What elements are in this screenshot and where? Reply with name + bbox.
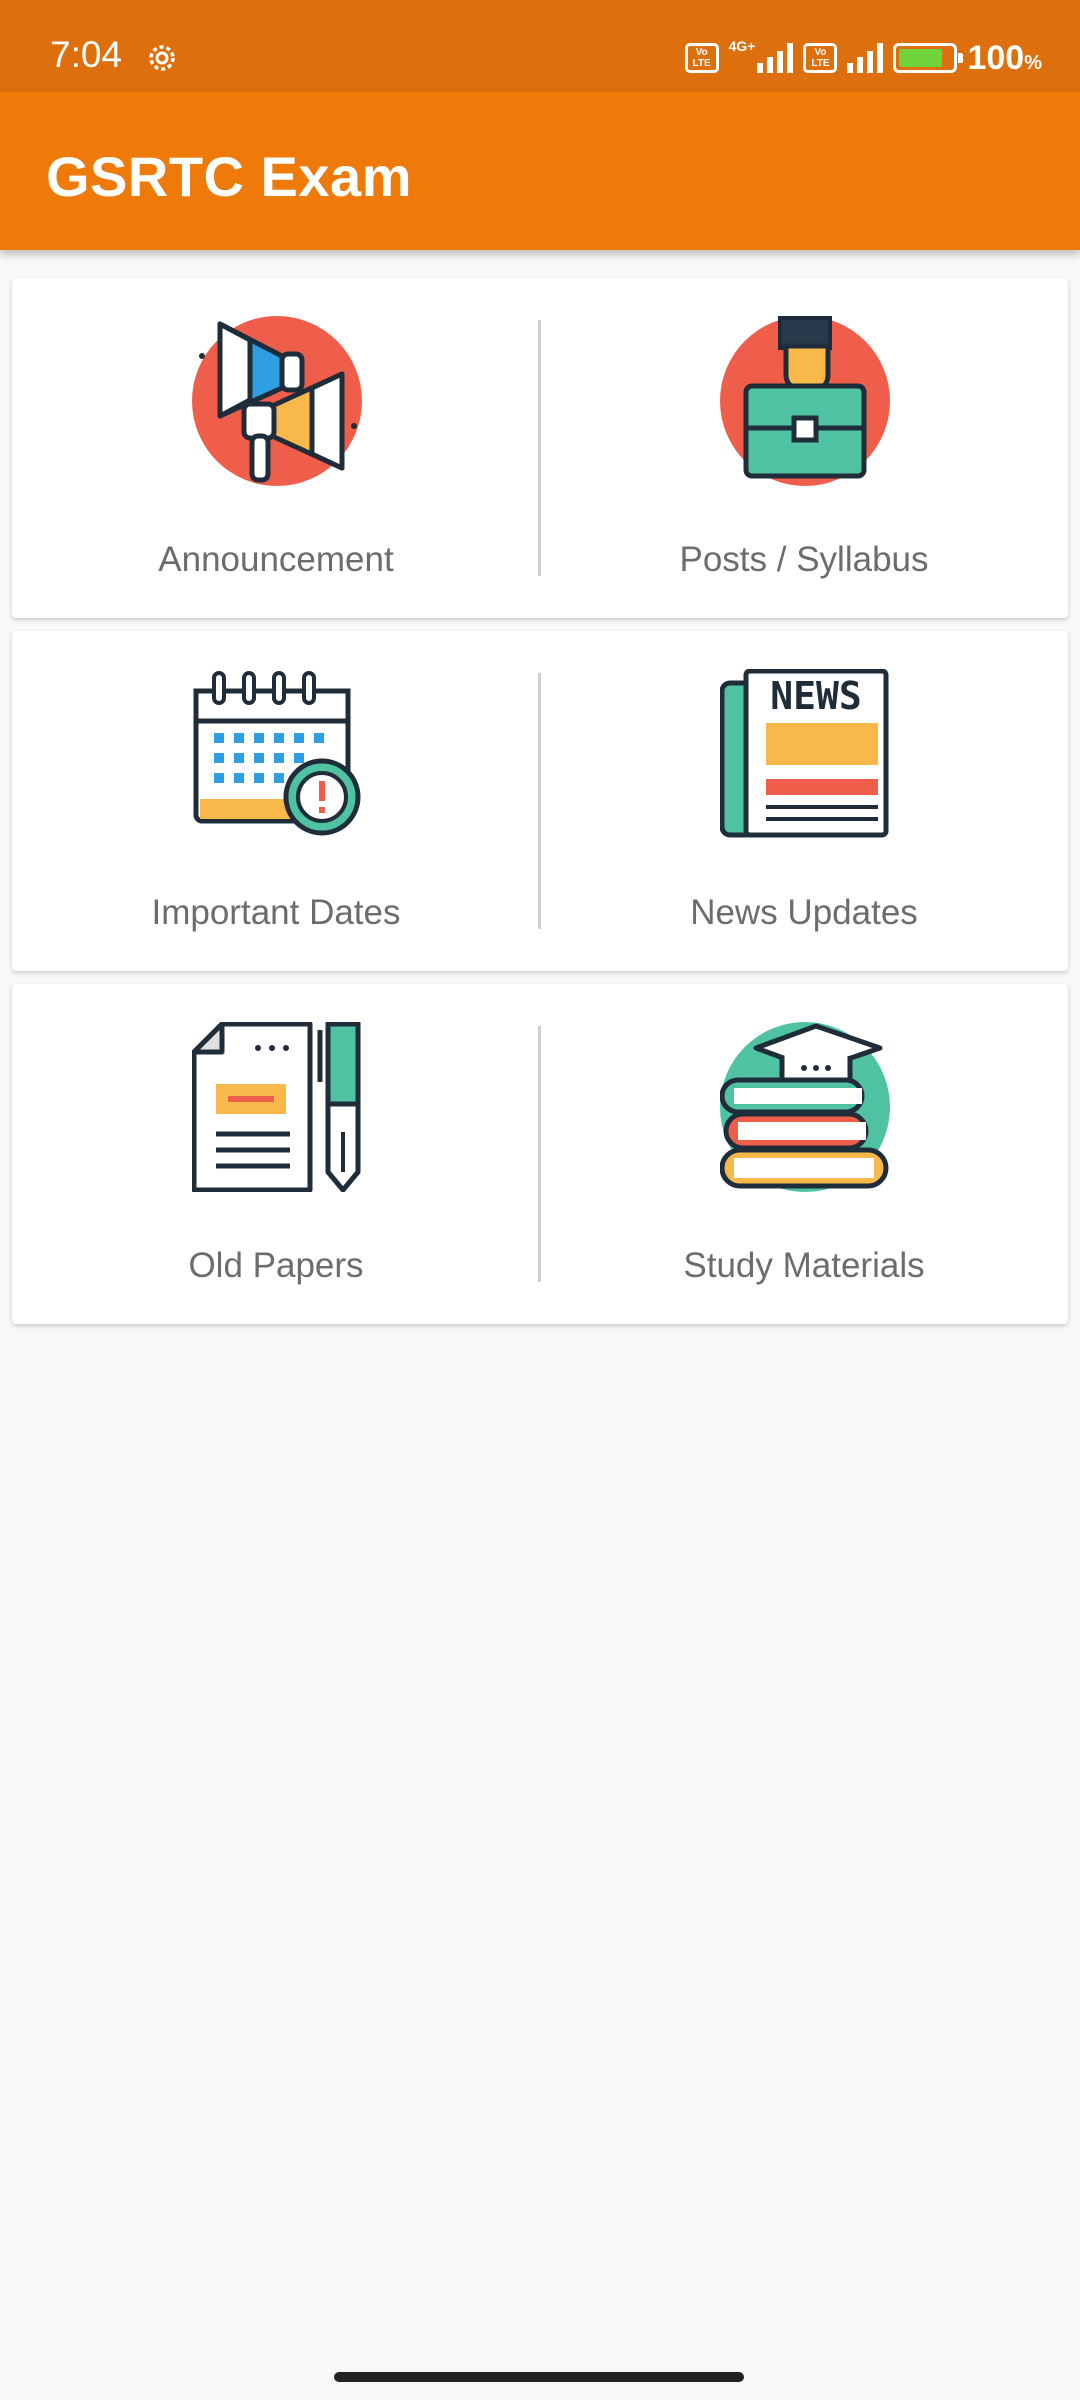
calendar-icon (193, 671, 361, 836)
app-title: GSRTC Exam (46, 145, 412, 208)
briefcase-icon (720, 316, 890, 486)
announcement-button[interactable]: Announcement (12, 278, 540, 618)
status-icons: Vo LTE 4G+ Vo LTE 100% (684, 38, 1042, 78)
news-icon-text: NEWS (770, 674, 862, 718)
network-type-label: 4G+ (728, 38, 756, 54)
menu-card-row-1: Announcement Posts / Syllabus (12, 278, 1068, 618)
news-updates-label: News Updates (690, 893, 918, 932)
menu-card-row-2: Important Dates NEWS News Updates (12, 631, 1068, 971)
important-dates-label: Important Dates (151, 893, 401, 932)
study-materials-label: Study Materials (683, 1246, 925, 1285)
app-bar: GSRTC Exam (0, 92, 1080, 250)
important-dates-button[interactable]: Important Dates (12, 631, 540, 971)
battery-percent: 100% (967, 38, 1042, 77)
old-papers-label: Old Papers (188, 1246, 364, 1285)
announcement-label: Announcement (158, 540, 394, 579)
signal-icon (757, 43, 794, 73)
news-updates-button[interactable]: NEWS News Updates (540, 631, 1068, 971)
volte-icon: Vo LTE (684, 43, 719, 73)
posts-syllabus-button[interactable]: Posts / Syllabus (540, 278, 1068, 618)
volte-icon: Vo LTE (803, 43, 838, 73)
megaphone-icon (192, 316, 362, 486)
newspaper-icon: NEWS (720, 669, 889, 838)
battery-charging-icon (893, 43, 964, 73)
study-materials-button[interactable]: Study Materials (540, 984, 1068, 1324)
document-pen-icon (192, 1022, 361, 1192)
signal-icon (847, 43, 884, 73)
posts-syllabus-label: Posts / Syllabus (679, 540, 929, 579)
old-papers-button[interactable]: Old Papers (12, 984, 540, 1324)
gesture-nav-handle[interactable] (334, 2372, 744, 2382)
status-bar: 7:04 Vo LTE 4G+ Vo LTE 100% (0, 0, 1080, 92)
books-graduation-icon (720, 1022, 890, 1192)
status-time: 7:04 (50, 34, 123, 75)
settings-gear-icon (149, 45, 175, 71)
menu-card-row-3: Old Papers Study Materials (12, 984, 1068, 1324)
